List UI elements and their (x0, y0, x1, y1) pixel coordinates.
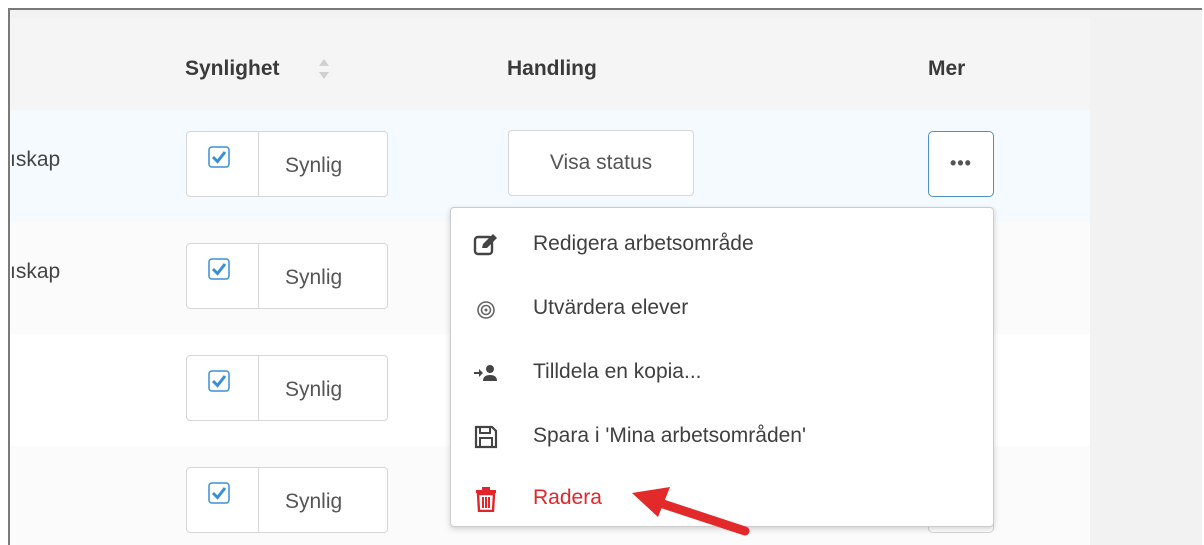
menu-item-label: Spara i 'Mina arbetsområden' (533, 424, 806, 447)
annotation-arrow-icon (632, 487, 750, 536)
ellipsis-icon: ••• (950, 153, 972, 173)
row-subject: ıskap (10, 260, 61, 283)
visibility-toggle: Synlig (186, 355, 388, 421)
target-icon (477, 301, 495, 319)
checkbox-icon[interactable] (208, 146, 230, 168)
visibility-label: Synlig (285, 378, 343, 401)
visibility-label: Synlig (285, 266, 343, 289)
checkbox-icon[interactable] (208, 482, 230, 504)
visibility-checkbox-cell[interactable] (187, 468, 259, 532)
menu-item-label: Radera (533, 486, 602, 509)
edit-icon (473, 234, 497, 256)
show-status-button[interactable]: Visa status (508, 130, 694, 196)
trash-icon (476, 487, 496, 512)
menu-item-edit[interactable]: Redigera arbetsområde (451, 214, 991, 276)
save-icon (474, 425, 498, 449)
visibility-checkbox-cell[interactable] (187, 132, 259, 196)
visibility-toggle: Synlig (186, 131, 388, 197)
visibility-toggle: Synlig (186, 243, 388, 309)
menu-item-save[interactable]: Spara i 'Mina arbetsområden' (451, 406, 991, 468)
menu-item-label: Redigera arbetsområde (533, 232, 754, 255)
more-button[interactable]: ••• (928, 131, 994, 197)
table: Synlighet Handling Mer ıskap Synlig Visa (10, 18, 1090, 545)
visibility-checkbox-cell[interactable] (187, 356, 259, 420)
screenshot-frame: Synlighet Handling Mer ıskap Synlig Visa (8, 8, 1202, 545)
visibility-label: Synlig (285, 154, 343, 177)
visibility-toggle: Synlig (186, 467, 388, 533)
visibility-checkbox-cell[interactable] (187, 244, 259, 308)
table-header: Synlighet Handling Mer (10, 18, 1090, 111)
menu-item-label: Utvärdera elever (533, 296, 689, 319)
column-header-action: Handling (507, 57, 597, 80)
row-subject: ıskap (10, 148, 61, 171)
checkbox-icon[interactable] (208, 370, 230, 392)
visibility-label: Synlig (285, 490, 343, 513)
column-header-more: Mer (928, 57, 966, 80)
menu-item-evaluate[interactable]: Utvärdera elever (451, 278, 991, 340)
column-header-visibility[interactable]: Synlighet (185, 57, 280, 81)
assign-user-icon (474, 365, 497, 381)
checkbox-icon[interactable] (208, 258, 230, 280)
menu-item-label: Tilldela en kopia... (533, 360, 702, 383)
menu-item-assign-copy[interactable]: Tilldela en kopia... (451, 342, 991, 404)
sort-icon[interactable] (318, 56, 330, 82)
